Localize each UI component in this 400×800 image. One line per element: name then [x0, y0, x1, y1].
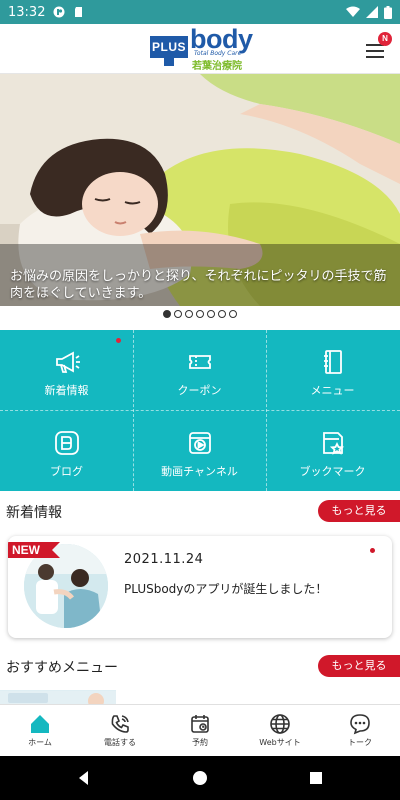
video-icon: [188, 432, 211, 454]
grid-item-label: 新着情報: [44, 384, 89, 397]
grid-item-label: メニュー: [310, 384, 355, 397]
grid-item-bookmark[interactable]: ブックマーク: [266, 411, 399, 491]
blog-icon: [54, 431, 79, 455]
brand-logo[interactable]: PLUS body Total Body Care 若葉治療院: [150, 24, 253, 72]
tab-phone[interactable]: 電話する: [80, 705, 160, 757]
status-time: 13:32: [8, 4, 46, 20]
bookmark-icon: [322, 432, 344, 455]
hero-slider[interactable]: お悩みの原因をしっかりと探り、それぞれにピッタリの手技で筋肉をほぐしていきます。: [0, 74, 400, 306]
logo-subtitle: Total Body Care: [194, 50, 242, 57]
recommend-more-button[interactable]: もっと見る: [318, 655, 400, 677]
grid-item-blog[interactable]: ブログ: [0, 411, 133, 491]
tab-label: トーク: [348, 738, 372, 747]
slider-dot[interactable]: [185, 310, 193, 318]
menu-book-icon: [323, 350, 342, 374]
unread-dot: [116, 338, 121, 343]
news-date: 2021.11.24: [124, 552, 204, 567]
slider-dot[interactable]: [174, 310, 182, 318]
slider-dot[interactable]: [218, 310, 226, 318]
recommend-item-thumbnail[interactable]: [0, 690, 116, 704]
news-card[interactable]: NEW 2021.11.24 PLUSbodyのアプリが誕生しました！: [8, 536, 392, 638]
news-more-button[interactable]: もっと見る: [318, 500, 400, 522]
news-headline: PLUSbodyのアプリが誕生しました！: [124, 582, 328, 596]
recents-icon[interactable]: [308, 770, 324, 786]
tab-label: 予約: [192, 738, 208, 747]
hamburger-menu-button[interactable]: N: [364, 32, 392, 60]
recommend-section-title: おすすめメニュー: [6, 660, 118, 676]
bottom-tab-bar: ホーム 電話する 予約 Webサイト トーク: [0, 704, 400, 756]
new-notification-badge: N: [378, 32, 392, 46]
new-badge: NEW: [8, 542, 60, 558]
slider-dot[interactable]: [207, 310, 215, 318]
grid-item-news[interactable]: 新着情報: [0, 330, 133, 410]
grid-item-menu[interactable]: メニュー: [266, 330, 399, 410]
recommend-section-header: おすすめメニュー もっと見る: [0, 653, 400, 679]
unread-dot: [370, 548, 375, 553]
tab-website[interactable]: Webサイト: [240, 705, 320, 757]
hero-caption: お悩みの原因をしっかりと探り、それぞれにピッタリの手技で筋肉をほぐしていきます。: [10, 269, 387, 301]
app-screen: 13:32 PLUS body Total Body Care 若葉治療院 N: [0, 0, 400, 800]
coupon-icon: [188, 355, 211, 369]
system-navigation-bar: [0, 756, 400, 800]
back-icon[interactable]: [76, 770, 92, 786]
news-section-header: 新着情報 もっと見る: [0, 498, 400, 524]
logo-cross-shape: [164, 54, 174, 66]
slider-dot[interactable]: [229, 310, 237, 318]
tab-reserve[interactable]: 予約: [160, 705, 240, 757]
home-icon: [31, 715, 49, 733]
calendar-icon: [191, 715, 209, 733]
feature-grid: 新着情報 クーポン メニュー ブログ 動画チャンネル ブックマーク: [0, 330, 400, 491]
battery-icon: [384, 5, 392, 19]
slider-pagination: [0, 310, 400, 322]
hamburger-bar: [366, 50, 384, 52]
grid-item-coupon[interactable]: クーポン: [133, 330, 266, 410]
megaphone-icon: [55, 351, 80, 373]
tab-label: Webサイト: [259, 738, 301, 747]
chat-icon: [350, 714, 370, 735]
home-nav-icon[interactable]: [192, 770, 208, 786]
tab-label: ホーム: [28, 738, 52, 747]
logo-clinic-name: 若葉治療院: [192, 61, 242, 72]
recommend-thumbnail-image: [0, 691, 116, 704]
grid-item-label: クーポン: [177, 384, 222, 397]
app-notification-icon: [53, 6, 65, 18]
grid-item-label: ブックマーク: [299, 465, 366, 478]
grid-item-label: 動画チャンネル: [161, 465, 238, 478]
grid-item-label: ブログ: [50, 465, 83, 478]
signal-icon: [366, 6, 378, 18]
tab-home[interactable]: ホーム: [0, 705, 80, 757]
wifi-icon: [346, 6, 360, 17]
tab-label: 電話する: [104, 738, 136, 747]
status-bar: 13:32: [0, 0, 400, 24]
tab-talk[interactable]: トーク: [320, 705, 400, 757]
hamburger-bar: [366, 56, 384, 58]
phone-icon: [111, 715, 129, 733]
sd-card-icon: [75, 7, 83, 17]
news-section-title: 新着情報: [6, 505, 62, 521]
app-header: PLUS body Total Body Care 若葉治療院 N: [0, 24, 400, 74]
slider-dot[interactable]: [196, 310, 204, 318]
slider-dot[interactable]: [163, 310, 171, 318]
grid-item-video[interactable]: 動画チャンネル: [133, 411, 266, 491]
globe-icon: [270, 714, 290, 734]
